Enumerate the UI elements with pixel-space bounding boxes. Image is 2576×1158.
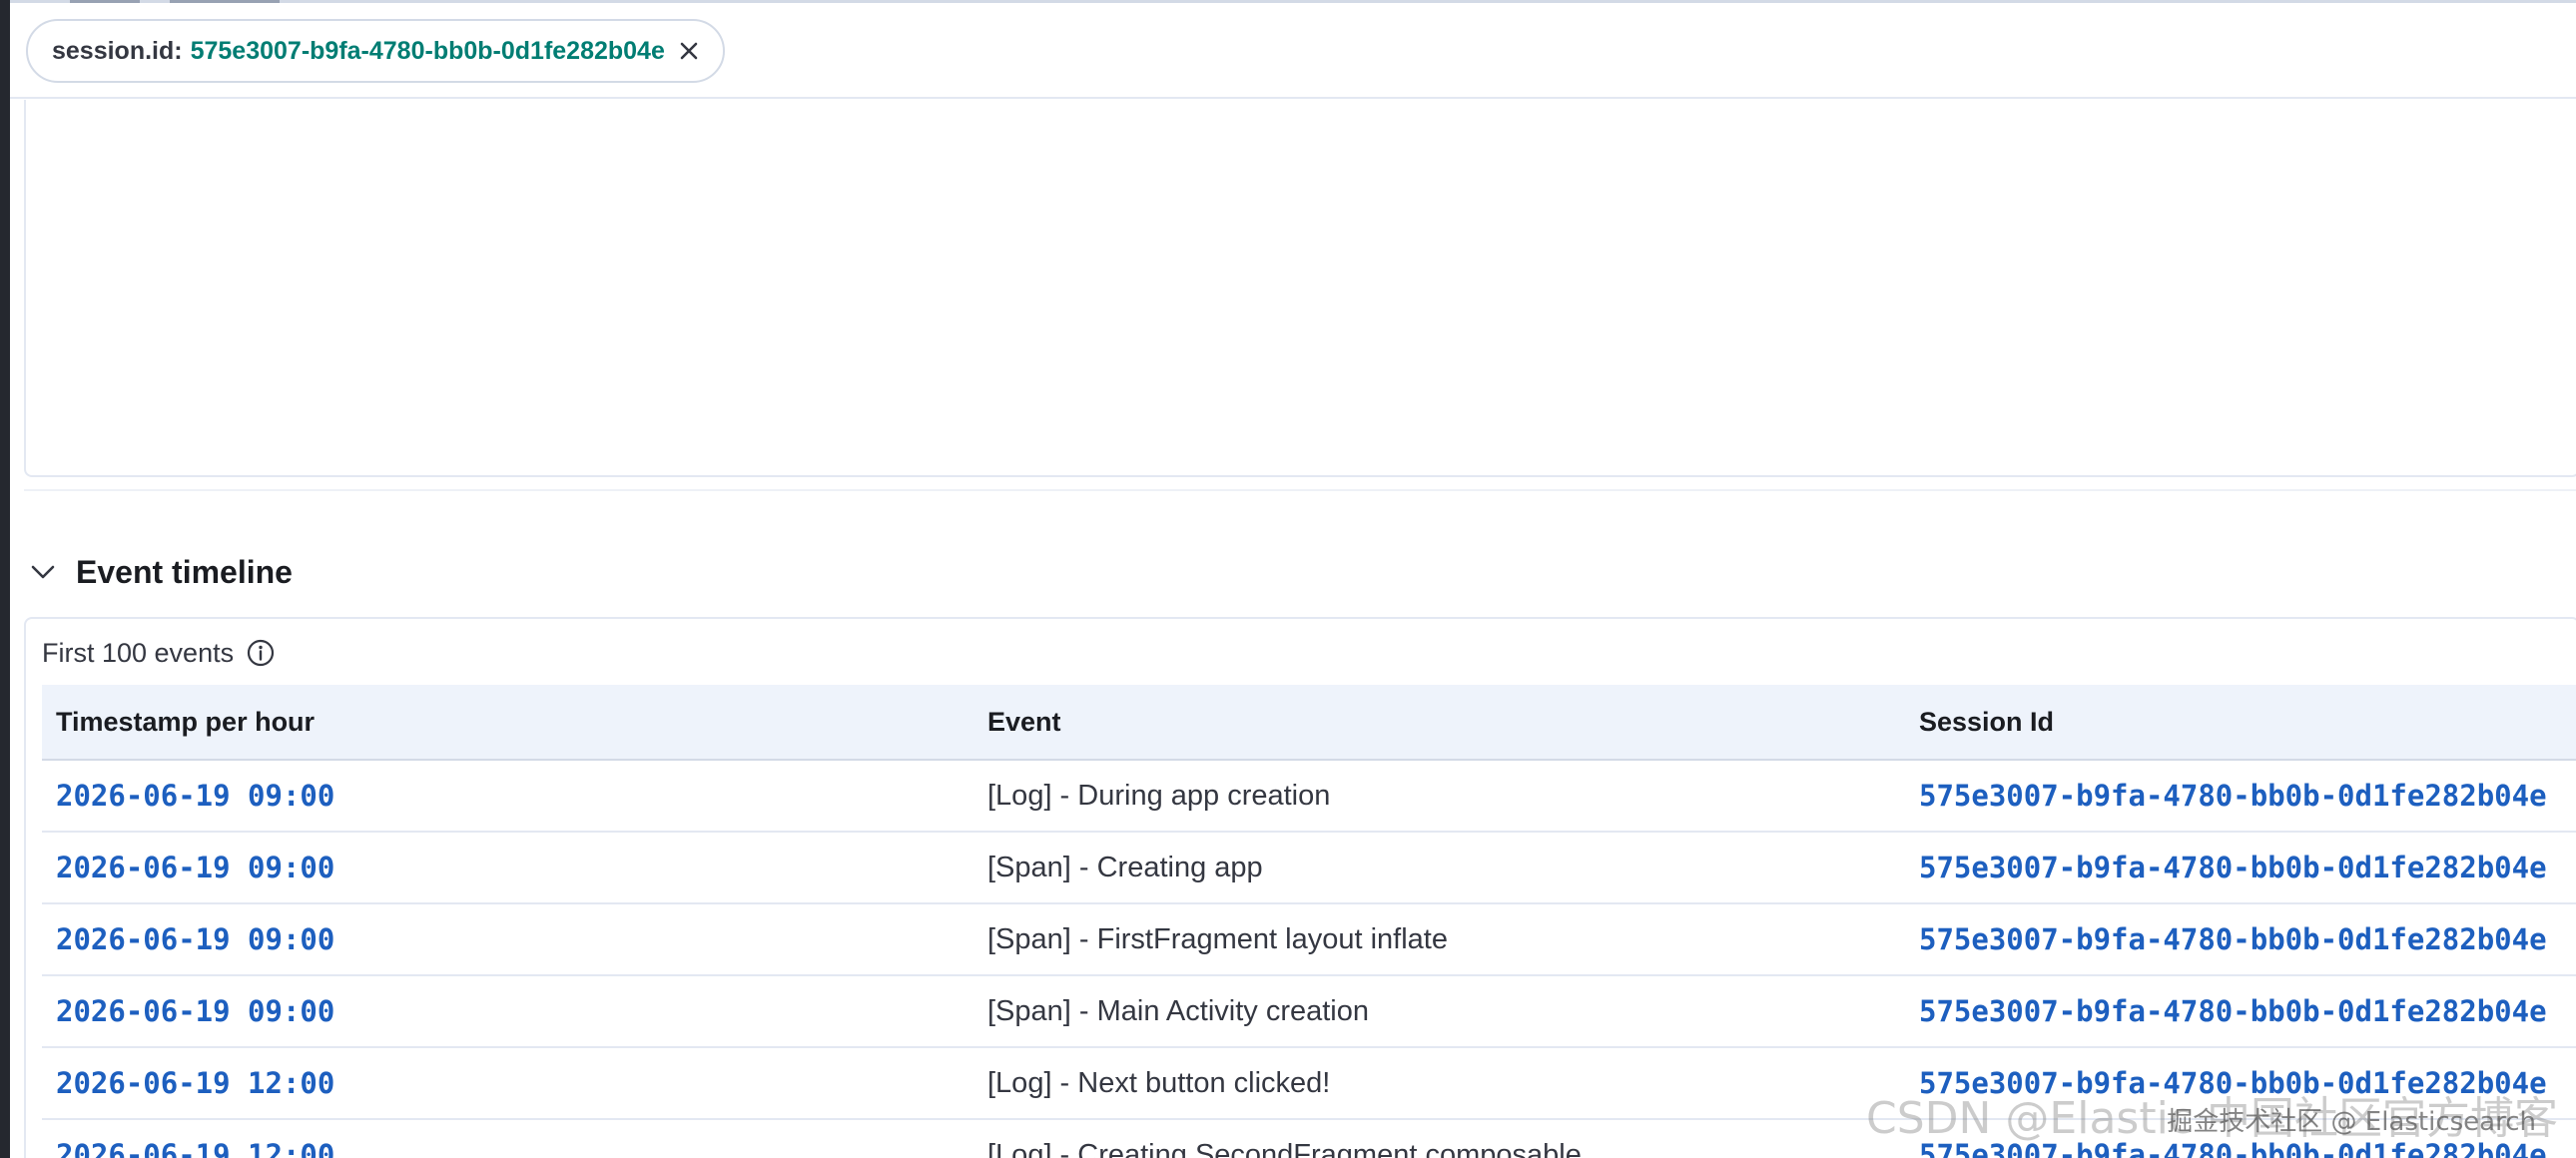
filter-bar: session.id : 575e3007-b9fa-4780-bb0b-0d1… (10, 3, 2576, 99)
events-table: Timestamp per hour Event Session Id 2026… (42, 685, 2576, 1158)
page: session.id : 575e3007-b9fa-4780-bb0b-0d1… (0, 0, 2576, 1158)
table-row: 2026-06-19 09:00 [Span] - FirstFragment … (42, 904, 2576, 976)
timestamp-link[interactable]: 2026-06-19 09:00 (56, 779, 334, 813)
session-id-link[interactable]: 575e3007-b9fa-4780-bb0b-0d1fe282b04e (1919, 994, 2547, 1028)
column-header-session-id[interactable]: Session Id (1905, 707, 2576, 738)
event-text: [Log] - Next button clicked! (987, 1066, 1331, 1099)
event-text: [Span] - Creating app (987, 851, 1263, 883)
section-title: Event timeline (76, 553, 293, 590)
filter-value: 575e3007-b9fa-4780-bb0b-0d1fe282b04e (190, 36, 665, 65)
info-icon[interactable] (246, 638, 276, 668)
table-row: 2026-06-19 09:00 [Log] - During app crea… (42, 761, 2576, 833)
session-id-link[interactable]: 575e3007-b9fa-4780-bb0b-0d1fe282b04e (1919, 1138, 2547, 1158)
table-header: Timestamp per hour Event Session Id (42, 685, 2576, 761)
filter-pill[interactable]: session.id : 575e3007-b9fa-4780-bb0b-0d1… (26, 19, 725, 83)
filter-key: session.id (52, 36, 175, 65)
event-timeline-toggle[interactable]: Event timeline (28, 547, 293, 597)
session-id-link[interactable]: 575e3007-b9fa-4780-bb0b-0d1fe282b04e (1919, 851, 2547, 884)
left-edge-bar (0, 0, 10, 1158)
event-text: [Span] - Main Activity creation (987, 994, 1369, 1027)
timestamp-link[interactable]: 2026-06-19 09:00 (56, 922, 334, 956)
events-count-label: First 100 events (42, 633, 276, 673)
event-text: [Log] - During app creation (987, 779, 1331, 812)
timestamp-link[interactable]: 2026-06-19 12:00 (56, 1138, 334, 1158)
session-id-link[interactable]: 575e3007-b9fa-4780-bb0b-0d1fe282b04e (1919, 779, 2547, 813)
table-row: 2026-06-19 12:00 [Log] - Creating Second… (42, 1120, 2576, 1158)
table-row: 2026-06-19 12:00 [Log] - Next button cli… (42, 1048, 2576, 1120)
chart-panel (24, 100, 2576, 477)
timestamp-link[interactable]: 2026-06-19 12:00 (56, 1066, 334, 1100)
column-header-timestamp[interactable]: Timestamp per hour (42, 707, 973, 738)
filter-separator: : (174, 36, 183, 65)
close-icon[interactable] (675, 37, 703, 65)
event-timeline-panel: First 100 events Timestamp per hour Even… (24, 617, 2576, 1158)
table-row: 2026-06-19 09:00 [Span] - Creating app 5… (42, 833, 2576, 904)
timestamp-link[interactable]: 2026-06-19 09:00 (56, 994, 334, 1028)
table-row: 2026-06-19 09:00 [Span] - Main Activity … (42, 976, 2576, 1048)
event-text: [Log] - Creating SecondFragment composab… (987, 1138, 1582, 1158)
event-text: [Span] - FirstFragment layout inflate (987, 922, 1448, 955)
column-header-event[interactable]: Event (973, 707, 1905, 738)
chevron-down-icon (31, 565, 55, 579)
timestamp-link[interactable]: 2026-06-19 09:00 (56, 851, 334, 884)
session-id-link[interactable]: 575e3007-b9fa-4780-bb0b-0d1fe282b04e (1919, 1066, 2547, 1100)
section-divider (24, 489, 2576, 491)
session-id-link[interactable]: 575e3007-b9fa-4780-bb0b-0d1fe282b04e (1919, 922, 2547, 956)
events-count-text: First 100 events (42, 637, 235, 668)
